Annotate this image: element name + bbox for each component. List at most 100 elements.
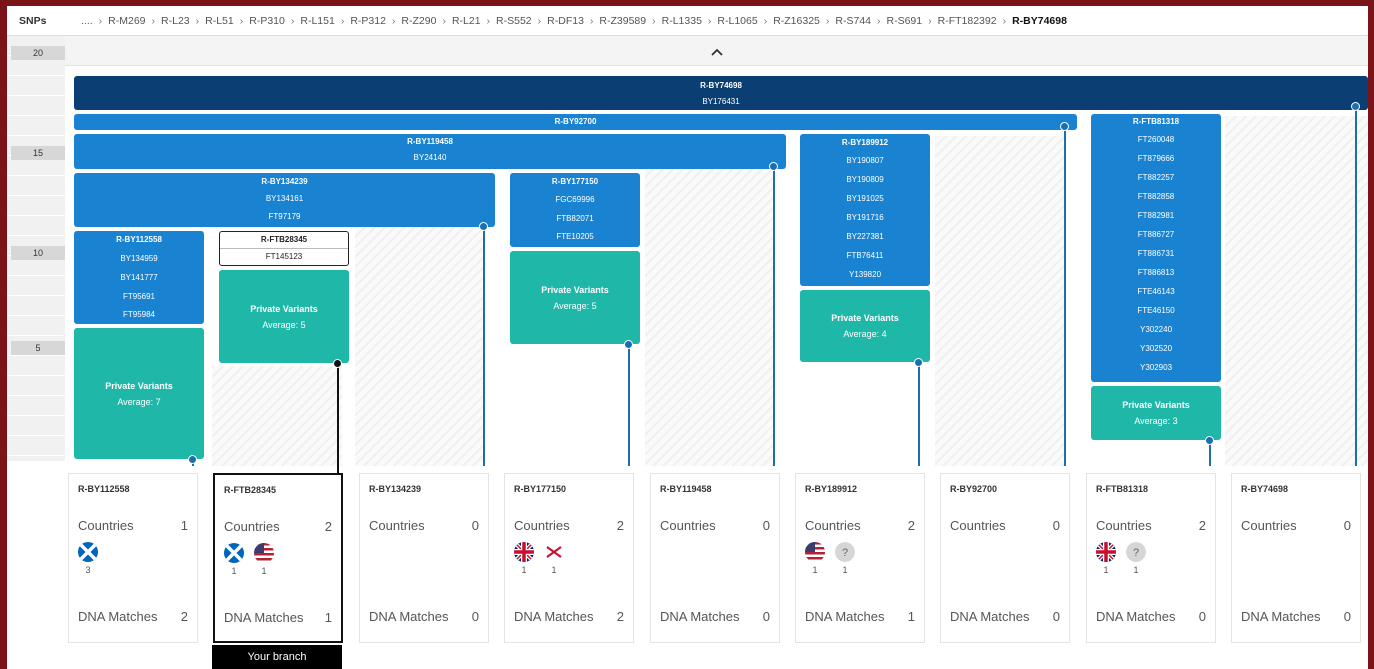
branch-card[interactable]: R-BY92700 Countries 0 DNA Matches 0: [940, 473, 1070, 643]
block-r-by112558[interactable]: R-BY112558 BY134959 BY141777 FT95691 FT9…: [74, 231, 204, 324]
dna-matches-count[interactable]: 0: [763, 609, 770, 624]
snp-entry: FT95984: [122, 310, 156, 319]
private-variants-box[interactable]: Private Variants Average: 5: [219, 270, 349, 363]
block-r-ftb28345[interactable]: R-FTB28345 FT145123: [219, 231, 349, 266]
breadcrumb-item[interactable]: R-M269: [108, 6, 145, 35]
breadcrumb-item[interactable]: R-Z16325: [773, 6, 820, 35]
dna-matches-count[interactable]: 2: [617, 609, 624, 624]
private-variants-title: Private Variants: [541, 284, 609, 295]
chevron-right-icon: ›: [195, 15, 200, 27]
card-branch-id[interactable]: R-BY189912: [805, 484, 857, 494]
dna-matches-label[interactable]: DNA Matches: [224, 610, 303, 625]
chevron-right-icon: ›: [652, 15, 656, 27]
block-r-by74698[interactable]: R-BY74698 BY176431: [74, 76, 1368, 110]
block-r-by134239[interactable]: R-BY134239 BY134161 FT97179: [74, 173, 495, 227]
breadcrumb-item[interactable]: ....: [81, 6, 93, 35]
block-r-by119458[interactable]: R-BY119458 BY24140: [74, 134, 786, 169]
breadcrumb-item[interactable]: R-Z290: [401, 6, 436, 35]
snp-entry: FT882257: [1137, 173, 1175, 182]
snp-entry: BY134959: [120, 254, 158, 263]
dna-matches-label[interactable]: DNA Matches: [805, 609, 884, 624]
dna-matches-label[interactable]: DNA Matches: [78, 609, 157, 624]
breadcrumb-item[interactable]: R-S691: [887, 6, 923, 35]
dna-matches-label[interactable]: DNA Matches: [660, 609, 739, 624]
uk-flag-icon: [1096, 542, 1116, 562]
private-variants-title: Private Variants: [831, 313, 899, 323]
branch-card[interactable]: R-BY177150 Countries 2 1 1 DNA Matches 2: [504, 473, 634, 643]
node-dot: [769, 162, 778, 171]
card-branch-id[interactable]: R-BY74698: [1241, 484, 1288, 494]
dna-matches-label[interactable]: DNA Matches: [1241, 609, 1320, 624]
countries-count: 2: [324, 519, 332, 534]
breadcrumb-item[interactable]: R-Z39589: [599, 6, 646, 35]
private-variants-title: Private Variants: [1122, 400, 1190, 410]
breadcrumb: .... › R-M269 › R-L23 › R-L51 › R-P310 › R-L151 › R-…: [81, 6, 1067, 35]
collapse-button[interactable]: [65, 36, 1368, 66]
private-variants-box[interactable]: Private Variants Average: 7: [74, 328, 204, 459]
block-name: R-BY189912: [841, 138, 889, 147]
tree-viewer: SNPs .... › R-M269 › R-L23 › R-L51 › R-P310 › R-L1…: [7, 6, 1368, 669]
scotland-flag-icon: [78, 542, 98, 562]
card-branch-id[interactable]: R-BY134239: [369, 484, 421, 494]
dna-matches-count[interactable]: 0: [1053, 609, 1060, 624]
flags-row: 1? 1: [805, 542, 855, 575]
country-count: 1: [1133, 565, 1139, 575]
block-r-by92700[interactable]: R-BY92700: [74, 114, 1077, 130]
private-variants-box[interactable]: Private Variants Average: 5: [510, 251, 640, 344]
country-count: 1: [1103, 565, 1109, 575]
breadcrumb-item[interactable]: R-L151: [300, 6, 334, 35]
countries-count: 0: [471, 518, 479, 533]
block-r-by189912[interactable]: R-BY189912 BY190807 BY190809 BY191025 BY…: [800, 134, 930, 286]
countries-label: Countries: [805, 518, 861, 533]
dna-matches-count[interactable]: 1: [908, 609, 915, 624]
dna-matches-label[interactable]: DNA Matches: [369, 609, 448, 624]
country-flag: 1: [254, 543, 274, 576]
node-dot: [479, 222, 488, 231]
breadcrumb-item[interactable]: R-L51: [205, 6, 234, 35]
branch-card[interactable]: R-FTB81318 Countries 2 1? 1 DNA Matches 0: [1086, 473, 1216, 643]
dna-matches-count[interactable]: 0: [1199, 609, 1206, 624]
node-dot: [1205, 436, 1214, 445]
breadcrumb-item[interactable]: R-L1065: [717, 6, 757, 35]
breadcrumb-item[interactable]: R-S552: [496, 6, 532, 35]
scotland-flag-icon: [224, 543, 244, 563]
unknown-flag-icon: ?: [835, 542, 855, 562]
private-variants-box[interactable]: Private Variants Average: 4: [800, 290, 930, 362]
branch-card[interactable]: R-BY74698 Countries 0 DNA Matches 0: [1231, 473, 1361, 643]
card-branch-id[interactable]: R-BY92700: [950, 484, 997, 494]
dna-matches-count[interactable]: 0: [472, 609, 479, 624]
snp-entry: BY191025: [846, 194, 884, 203]
card-branch-id[interactable]: R-FTB81318: [1096, 484, 1148, 494]
breadcrumb-item[interactable]: R-BY74698: [1012, 6, 1067, 35]
dna-matches-count[interactable]: 1: [325, 610, 332, 625]
dna-matches-label[interactable]: DNA Matches: [950, 609, 1029, 624]
breadcrumb-item[interactable]: R-FT182392: [938, 6, 997, 35]
private-variants-box[interactable]: Private Variants Average: 3: [1091, 386, 1221, 440]
dna-matches-label[interactable]: DNA Matches: [1096, 609, 1175, 624]
dna-matches-count[interactable]: 0: [1344, 609, 1351, 624]
breadcrumb-item[interactable]: R-DF13: [547, 6, 584, 35]
card-branch-id[interactable]: R-BY112558: [78, 484, 130, 494]
breadcrumb-item[interactable]: R-L23: [161, 6, 190, 35]
branch-card[interactable]: R-BY119458 Countries 0 DNA Matches 0: [650, 473, 780, 643]
card-branch-id[interactable]: R-BY119458: [660, 484, 712, 494]
block-r-by177150[interactable]: R-BY177150 FGC69996 FTB82071 FTE10205: [510, 173, 640, 247]
breadcrumb-item[interactable]: R-P312: [350, 6, 386, 35]
block-r-ftb81318[interactable]: R-FTB81318 FT260048 FT879666 FT882257 FT…: [1091, 114, 1221, 382]
card-branch-id[interactable]: R-BY177150: [514, 484, 566, 494]
breadcrumb-item[interactable]: R-L21: [452, 6, 481, 35]
dna-matches-count[interactable]: 2: [181, 609, 188, 624]
breadcrumb-item[interactable]: R-S744: [835, 6, 871, 35]
private-variants-title: Private Variants: [105, 380, 173, 391]
card-branch-id[interactable]: R-FTB28345: [224, 485, 276, 495]
branch-card[interactable]: R-BY189912 Countries 2 1? 1 DNA Matches 1: [795, 473, 925, 643]
dna-matches-label[interactable]: DNA Matches: [514, 609, 593, 624]
svg-text:?: ?: [842, 547, 848, 559]
breadcrumb-item[interactable]: R-P310: [249, 6, 285, 35]
chevron-right-icon: ›: [290, 15, 295, 27]
branch-card[interactable]: R-FTB28345 Countries 2 1 1 DNA Matches 1: [213, 473, 343, 643]
breadcrumb-item[interactable]: R-L1335: [662, 6, 702, 35]
snp-entry: FTE46150: [1137, 306, 1175, 315]
branch-card[interactable]: R-BY134239 Countries 0 DNA Matches 0: [359, 473, 489, 643]
branch-card[interactable]: R-BY112558 Countries 1 3 DNA Matches 2: [68, 473, 198, 643]
